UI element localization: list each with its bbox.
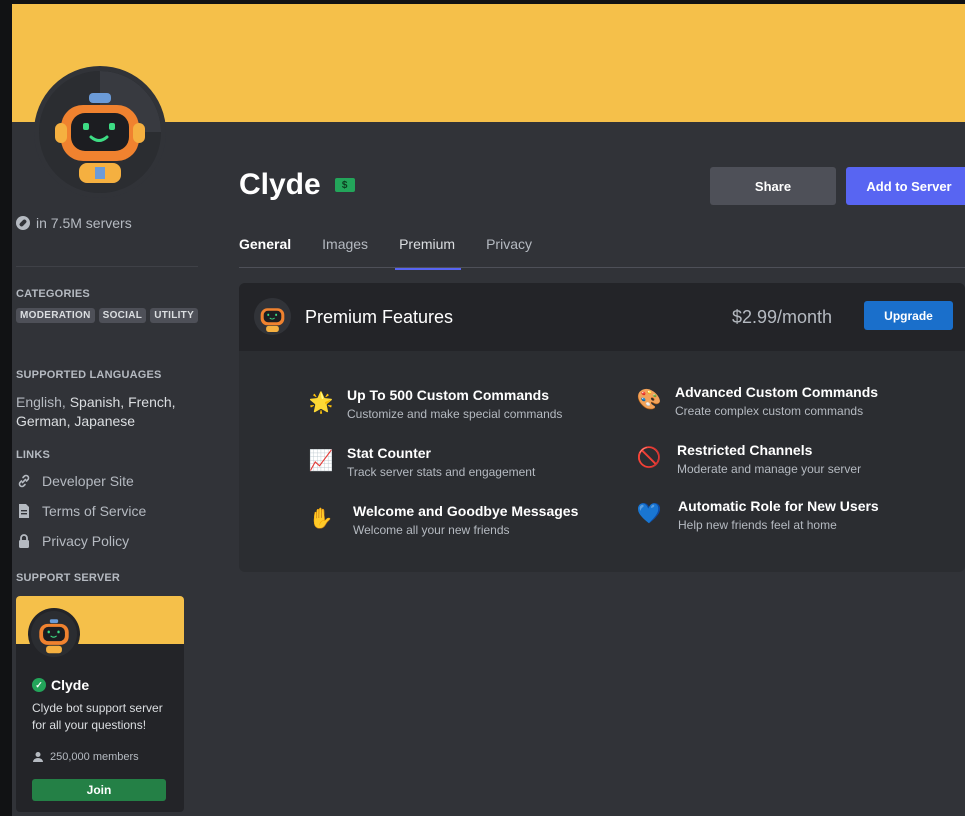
category-tag[interactable]: MODERATION — [16, 308, 95, 323]
support-avatar-frame — [28, 608, 80, 660]
support-server-name: ✓ Clyde — [32, 677, 89, 693]
link-label: Privacy Policy — [42, 533, 130, 549]
link-label: Developer Site — [42, 473, 134, 489]
feature-title: Up To 500 Custom Commands — [347, 387, 549, 403]
link-icon — [16, 473, 32, 489]
star-icon: 🌟 — [308, 391, 334, 414]
premium-price: $2.99/month — [732, 307, 833, 327]
window-left-edge — [0, 0, 12, 816]
server-count-text: in 7.5M servers — [36, 215, 132, 231]
languages-title: SUPPORTED LANGUAGES — [16, 369, 162, 381]
premium-ticket-icon: $ — [334, 178, 355, 192]
feature-title: Restricted Channels — [677, 442, 813, 458]
page-title: Clyde $ — [239, 168, 355, 202]
prohibited-icon: 🚫 — [636, 446, 662, 469]
add-to-server-button[interactable]: Add to Server — [846, 167, 965, 205]
robot-icon — [254, 298, 291, 335]
robot-icon — [31, 611, 77, 657]
premium-panel-header: Premium Features $2.99/month Upgrade — [239, 283, 965, 351]
bot-avatar-frame — [34, 66, 166, 198]
developer-site-link[interactable]: Developer Site — [16, 473, 134, 489]
support-avatar — [31, 611, 77, 657]
terms-of-service-link[interactable]: Terms of Service — [16, 503, 146, 519]
categories-title: CATEGORIES — [16, 288, 90, 300]
feature-description: Welcome all your new friends — [353, 523, 510, 537]
feature-item: 🌟 Up To 500 Custom Commands Customize an… — [305, 386, 563, 422]
feature-item: 🚫 Restricted Channels Moderate and manag… — [633, 441, 862, 477]
tabs-divider — [239, 267, 965, 268]
document-icon — [16, 503, 32, 519]
feature-item: 💙 Automatic Role for New Users Help new … — [633, 497, 879, 533]
bot-profile-page: in 7.5M servers CATEGORIES MODERATION SO… — [12, 4, 965, 816]
share-button[interactable]: Share — [710, 167, 836, 205]
category-tag[interactable]: UTILITY — [150, 308, 199, 323]
feature-description: Moderate and manage your server — [677, 462, 862, 476]
languages-list: English, Spanish, French, German, Japane… — [16, 393, 206, 431]
bot-avatar — [39, 71, 161, 193]
panel-avatar — [254, 298, 291, 335]
language-lead: English, — [16, 394, 66, 410]
privacy-policy-link[interactable]: Privacy Policy — [16, 533, 129, 549]
feature-title: Stat Counter — [347, 445, 431, 461]
support-description: Clyde bot support server for all your qu… — [32, 701, 163, 732]
feature-description: Track server stats and engagement — [347, 465, 536, 479]
profile-tabs: General Images Premium Privacy — [239, 234, 563, 270]
support-server-card: ✓ Clyde Clyde bot support server for all… — [16, 596, 184, 812]
feature-description: Help new friends feel at home — [678, 518, 837, 532]
sidebar-divider — [16, 266, 198, 267]
link-label: Terms of Service — [42, 503, 147, 519]
feature-description: Customize and make special commands — [347, 407, 563, 421]
feature-title: Advanced Custom Commands — [675, 384, 879, 400]
tab-general[interactable]: General — [239, 234, 291, 270]
support-name-text: Clyde — [51, 677, 90, 693]
palette-icon: 🎨 — [636, 388, 662, 411]
support-server-title: SUPPORT SERVER — [16, 572, 121, 584]
feature-item: 📈 Stat Counter Track server stats and en… — [305, 444, 536, 480]
feature-title: Automatic Role for New Users — [678, 498, 879, 514]
category-tags: MODERATION SOCIAL UTILITY — [16, 308, 201, 323]
tab-privacy[interactable]: Privacy — [486, 234, 532, 270]
links-title: LINKS — [16, 449, 50, 461]
compass-icon — [16, 216, 30, 230]
category-tag[interactable]: SOCIAL — [98, 308, 147, 323]
bot-name: Clyde — [239, 168, 321, 201]
chart-icon: 📈 — [308, 449, 334, 472]
member-count: 250,000 members — [32, 751, 139, 763]
lock-icon — [16, 533, 32, 549]
premium-panel-title: Premium Features — [305, 307, 454, 327]
feature-item: 🎨 Advanced Custom Commands Create comple… — [633, 383, 879, 419]
blue-heart-icon: 💙 — [636, 502, 662, 525]
member-count-text: 250,000 members — [50, 751, 139, 763]
feature-title: Welcome and Goodbye Messages — [353, 503, 579, 519]
join-button[interactable]: Join — [32, 779, 166, 801]
tab-images[interactable]: Images — [322, 234, 368, 270]
person-icon — [33, 752, 43, 762]
feature-item: ✋ Welcome and Goodbye Messages Welcome a… — [305, 502, 579, 538]
wave-icon: ✋ — [308, 507, 334, 530]
upgrade-button[interactable]: Upgrade — [864, 301, 953, 330]
tab-premium[interactable]: Premium — [395, 234, 462, 270]
robot-icon — [39, 71, 161, 193]
feature-description: Create complex custom commands — [675, 404, 864, 418]
verified-check-icon: ✓ — [32, 678, 46, 692]
premium-features-panel: Premium Features $2.99/month Upgrade 🌟 U… — [239, 283, 965, 572]
server-count: in 7.5M servers — [16, 215, 132, 231]
